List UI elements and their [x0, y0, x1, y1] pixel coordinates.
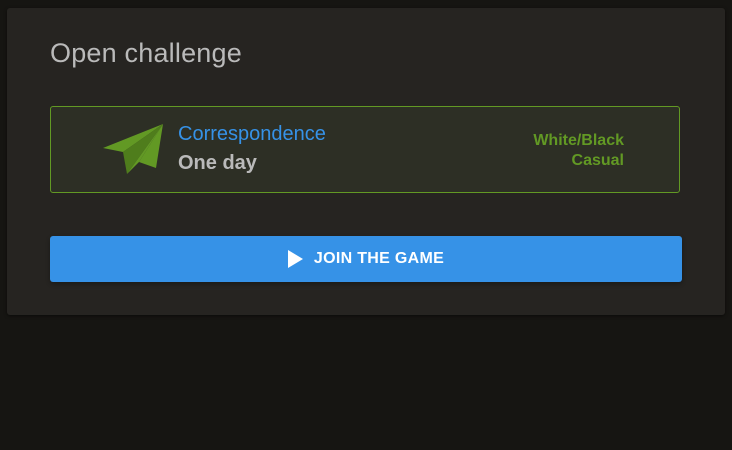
page: Open challenge Correspondence One day Wh…	[0, 0, 732, 450]
game-mode: Casual	[571, 152, 624, 169]
join-game-button[interactable]: JOIN THE GAME	[50, 236, 682, 282]
challenge-meta: White/Black Casual	[533, 131, 624, 171]
variant-label: Correspondence	[178, 123, 326, 145]
paper-plane-icon	[101, 122, 165, 178]
join-game-label: JOIN THE GAME	[313, 250, 445, 267]
play-icon	[287, 250, 303, 268]
challenge-card: Open challenge Correspondence One day Wh…	[7, 8, 725, 315]
page-title: Open challenge	[50, 38, 242, 68]
speed-label: One day	[178, 152, 257, 174]
color-choice: White/Black	[533, 132, 624, 149]
challenge-details: Correspondence One day White/Black Casua…	[50, 106, 680, 193]
